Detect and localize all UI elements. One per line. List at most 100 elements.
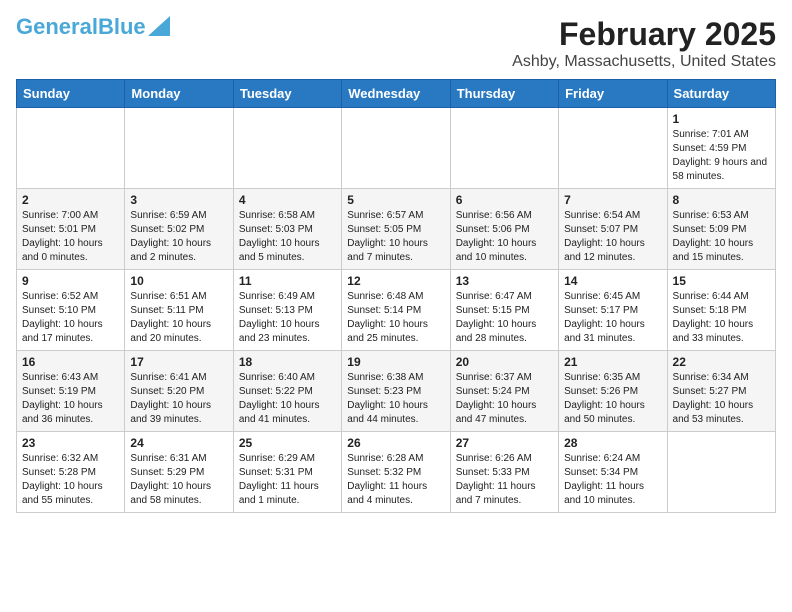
calendar-header-row: SundayMondayTuesdayWednesdayThursdayFrid… (17, 80, 776, 108)
calendar-cell: 27 Sunrise: 6:26 AM Sunset: 5:33 PM Dayli… (450, 432, 558, 513)
day-number: 25 (239, 436, 336, 450)
day-info: Sunrise: 6:44 AM Sunset: 5:18 PM Dayligh… (673, 290, 770, 346)
calendar-cell (17, 108, 125, 189)
calendar-cell: 6 Sunrise: 6:56 AM Sunset: 5:06 PM Daylig… (450, 189, 558, 270)
day-info: Sunrise: 6:56 AM Sunset: 5:06 PM Dayligh… (456, 209, 553, 265)
day-info: Sunrise: 6:49 AM Sunset: 5:13 PM Dayligh… (239, 290, 336, 346)
day-info: Sunrise: 6:41 AM Sunset: 5:20 PM Dayligh… (130, 371, 227, 427)
calendar-cell: 20 Sunrise: 6:37 AM Sunset: 5:24 PM Dayli… (450, 351, 558, 432)
day-number: 1 (673, 112, 770, 126)
calendar-cell: 23 Sunrise: 6:32 AM Sunset: 5:28 PM Dayli… (17, 432, 125, 513)
calendar-cell: 8 Sunrise: 6:53 AM Sunset: 5:09 PM Daylig… (667, 189, 775, 270)
day-info: Sunrise: 6:28 AM Sunset: 5:32 PM Dayligh… (347, 452, 444, 508)
calendar-cell: 14Sunrise: 6:45 AM Sunset: 5:17 PM Dayli… (559, 270, 667, 351)
day-number: 24 (130, 436, 227, 450)
weekday-header: Sunday (17, 80, 125, 108)
day-info: Sunrise: 7:00 AM Sunset: 5:01 PM Dayligh… (22, 209, 119, 265)
calendar-cell: 10Sunrise: 6:51 AM Sunset: 5:11 PM Dayli… (125, 270, 233, 351)
day-number: 8 (673, 193, 770, 207)
day-number: 14 (564, 274, 661, 288)
day-info: Sunrise: 6:48 AM Sunset: 5:14 PM Dayligh… (347, 290, 444, 346)
day-number: 16 (22, 355, 119, 369)
calendar-cell: 22Sunrise: 6:34 AM Sunset: 5:27 PM Dayli… (667, 351, 775, 432)
day-info: Sunrise: 6:29 AM Sunset: 5:31 PM Dayligh… (239, 452, 336, 508)
day-number: 4 (239, 193, 336, 207)
day-number: 12 (347, 274, 444, 288)
calendar-week-row: 1 Sunrise: 7:01 AM Sunset: 4:59 PM Daylig… (17, 108, 776, 189)
calendar-cell (450, 108, 558, 189)
calendar-cell: 11 Sunrise: 6:49 AM Sunset: 5:13 PM Dayli… (233, 270, 341, 351)
weekday-header: Tuesday (233, 80, 341, 108)
calendar-cell: 3Sunrise: 6:59 AM Sunset: 5:02 PM Daylig… (125, 189, 233, 270)
day-number: 27 (456, 436, 553, 450)
day-info: Sunrise: 6:54 AM Sunset: 5:07 PM Dayligh… (564, 209, 661, 265)
calendar-cell: 2 Sunrise: 7:00 AM Sunset: 5:01 PM Daylig… (17, 189, 125, 270)
calendar-cell: 21 Sunrise: 6:35 AM Sunset: 5:26 PM Dayli… (559, 351, 667, 432)
weekday-header: Saturday (667, 80, 775, 108)
calendar-cell: 24 Sunrise: 6:31 AM Sunset: 5:29 PM Dayli… (125, 432, 233, 513)
calendar-cell: 12 Sunrise: 6:48 AM Sunset: 5:14 PM Dayli… (342, 270, 450, 351)
day-number: 17 (130, 355, 227, 369)
day-info: Sunrise: 6:53 AM Sunset: 5:09 PM Dayligh… (673, 209, 770, 265)
calendar-cell: 5Sunrise: 6:57 AM Sunset: 5:05 PM Daylig… (342, 189, 450, 270)
logo-text: GeneralBlue (16, 16, 146, 38)
calendar-cell: 17 Sunrise: 6:41 AM Sunset: 5:20 PM Dayli… (125, 351, 233, 432)
day-info: Sunrise: 6:40 AM Sunset: 5:22 PM Dayligh… (239, 371, 336, 427)
title-block: February 2025 Ashby, Massachusetts, Unit… (512, 16, 776, 71)
weekday-header: Thursday (450, 80, 558, 108)
logo-blue: Blue (98, 14, 146, 39)
day-info: Sunrise: 6:52 AM Sunset: 5:10 PM Dayligh… (22, 290, 119, 346)
day-info: Sunrise: 6:35 AM Sunset: 5:26 PM Dayligh… (564, 371, 661, 427)
day-number: 28 (564, 436, 661, 450)
page-subtitle: Ashby, Massachusetts, United States (512, 53, 776, 71)
logo: GeneralBlue (16, 16, 170, 38)
page-title: February 2025 (512, 16, 776, 53)
day-number: 19 (347, 355, 444, 369)
calendar-cell (125, 108, 233, 189)
logo-general: General (16, 14, 98, 39)
day-number: 22 (673, 355, 770, 369)
calendar-cell: 28 Sunrise: 6:24 AM Sunset: 5:34 PM Dayli… (559, 432, 667, 513)
calendar-cell (233, 108, 341, 189)
day-number: 11 (239, 274, 336, 288)
day-number: 15 (673, 274, 770, 288)
weekday-header: Friday (559, 80, 667, 108)
calendar-cell (342, 108, 450, 189)
calendar-cell: 13 Sunrise: 6:47 AM Sunset: 5:15 PM Dayli… (450, 270, 558, 351)
day-info: Sunrise: 6:47 AM Sunset: 5:15 PM Dayligh… (456, 290, 553, 346)
day-info: Sunrise: 6:57 AM Sunset: 5:05 PM Dayligh… (347, 209, 444, 265)
day-number: 2 (22, 193, 119, 207)
day-info: Sunrise: 7:01 AM Sunset: 4:59 PM Dayligh… (673, 128, 770, 184)
day-number: 26 (347, 436, 444, 450)
calendar-table: SundayMondayTuesdayWednesdayThursdayFrid… (16, 79, 776, 513)
day-number: 9 (22, 274, 119, 288)
day-number: 23 (22, 436, 119, 450)
day-number: 20 (456, 355, 553, 369)
weekday-header: Wednesday (342, 80, 450, 108)
day-number: 6 (456, 193, 553, 207)
calendar-cell (667, 432, 775, 513)
calendar-week-row: 9 Sunrise: 6:52 AM Sunset: 5:10 PM Daylig… (17, 270, 776, 351)
calendar-week-row: 16 Sunrise: 6:43 AM Sunset: 5:19 PM Dayli… (17, 351, 776, 432)
calendar-week-row: 2 Sunrise: 7:00 AM Sunset: 5:01 PM Daylig… (17, 189, 776, 270)
calendar-cell: 7 Sunrise: 6:54 AM Sunset: 5:07 PM Daylig… (559, 189, 667, 270)
day-info: Sunrise: 6:37 AM Sunset: 5:24 PM Dayligh… (456, 371, 553, 427)
day-info: Sunrise: 6:43 AM Sunset: 5:19 PM Dayligh… (22, 371, 119, 427)
day-info: Sunrise: 6:31 AM Sunset: 5:29 PM Dayligh… (130, 452, 227, 508)
day-info: Sunrise: 6:24 AM Sunset: 5:34 PM Dayligh… (564, 452, 661, 508)
logo-icon (148, 16, 170, 36)
calendar-cell: 18 Sunrise: 6:40 AM Sunset: 5:22 PM Dayli… (233, 351, 341, 432)
day-number: 7 (564, 193, 661, 207)
calendar-cell: 26 Sunrise: 6:28 AM Sunset: 5:32 PM Dayli… (342, 432, 450, 513)
day-number: 21 (564, 355, 661, 369)
day-info: Sunrise: 6:38 AM Sunset: 5:23 PM Dayligh… (347, 371, 444, 427)
day-number: 18 (239, 355, 336, 369)
day-number: 13 (456, 274, 553, 288)
day-info: Sunrise: 6:26 AM Sunset: 5:33 PM Dayligh… (456, 452, 553, 508)
calendar-cell (559, 108, 667, 189)
calendar-cell: 16 Sunrise: 6:43 AM Sunset: 5:19 PM Dayli… (17, 351, 125, 432)
calendar-cell: 4Sunrise: 6:58 AM Sunset: 5:03 PM Daylig… (233, 189, 341, 270)
calendar-week-row: 23 Sunrise: 6:32 AM Sunset: 5:28 PM Dayli… (17, 432, 776, 513)
day-info: Sunrise: 6:32 AM Sunset: 5:28 PM Dayligh… (22, 452, 119, 508)
day-info: Sunrise: 6:59 AM Sunset: 5:02 PM Dayligh… (130, 209, 227, 265)
